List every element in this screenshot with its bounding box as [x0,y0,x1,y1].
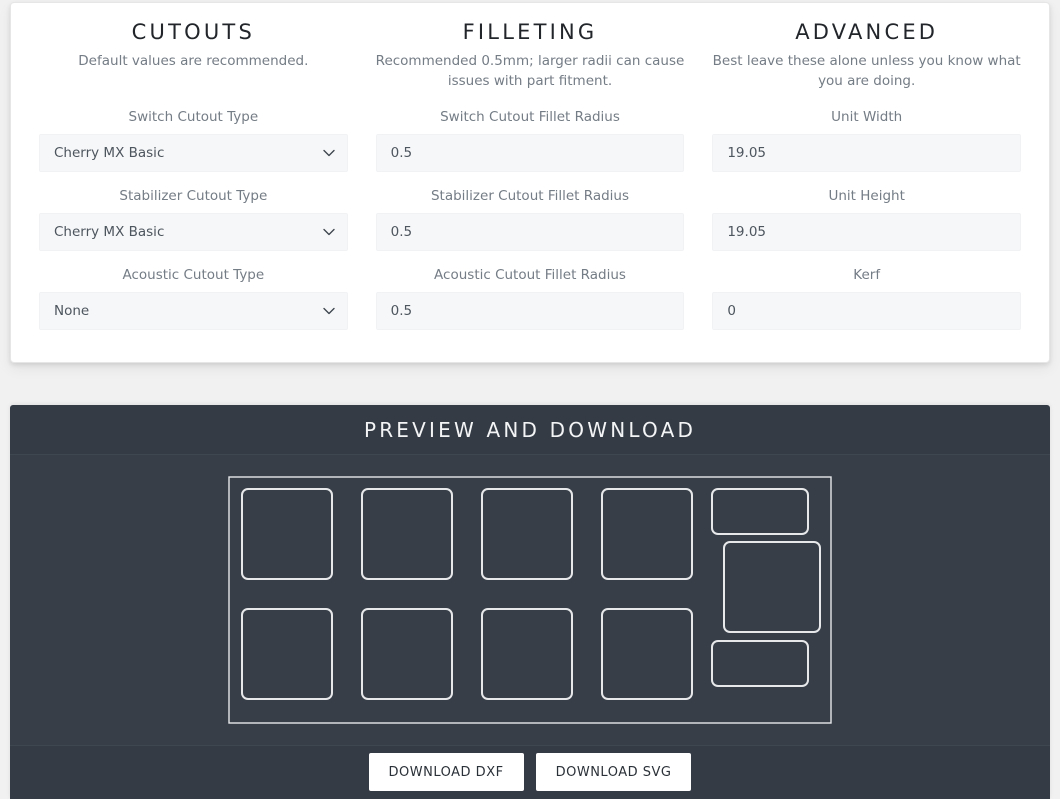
field-label: Unit Height [828,188,905,205]
preview-panel-title: PREVIEW AND DOWNLOAD [363,417,697,442]
download-button-bar: DOWNLOAD DXF DOWNLOAD SVG [10,745,1050,798]
field-label: Switch Cutout Fillet Radius [440,109,620,126]
field-label: Acoustic Cutout Fillet Radius [434,267,626,284]
column-subtitle: Recommended 0.5mm; larger radii can caus… [375,53,685,90]
plate-cutout [241,488,333,580]
plate-cutout [481,608,573,700]
field-switch-cutout-type: Switch Cutout Type Cherry MX Basic [39,109,348,173]
preview-and-download-panel: PREVIEW AND DOWNLOAD DOWNLOAD DXF DOWNLO… [10,405,1050,799]
field-label: Switch Cutout Type [128,109,259,126]
unit-width-value: 19.05 [727,145,766,162]
plate-cutout [361,608,453,700]
acoustic-cutout-fillet-radius-value: 0.5 [390,303,413,320]
plate-preview-canvas [10,455,1050,745]
unit-width-input[interactable]: 19.05 [712,134,1022,173]
field-switch-cutout-fillet-radius: Switch Cutout Fillet Radius 0.5 [375,109,685,173]
switch-cutout-type-select[interactable]: Cherry MX Basic [39,134,348,173]
kerf-input[interactable]: 0 [712,292,1022,331]
field-label: Stabilizer Cutout Type [119,188,268,205]
field-acoustic-cutout-fillet-radius: Acoustic Cutout Fillet Radius 0.5 [375,267,685,331]
plate-cutout [711,488,809,535]
field-unit-height: Unit Height 19.05 [712,188,1022,252]
column-subtitle: Default values are recommended. [78,53,309,70]
column-title: ADVANCED [795,20,939,44]
field-label: Kerf [853,267,881,284]
settings-column-advanced: ADVANCED Best leave these alone unless y… [698,21,1035,362]
field-label: Unit Width [831,109,903,126]
switch-cutout-fillet-radius-value: 0.5 [390,145,413,162]
acoustic-cutout-type-select[interactable]: None [39,292,348,331]
field-unit-width: Unit Width 19.05 [712,109,1022,173]
plate-cutout [601,608,693,700]
field-kerf: Kerf 0 [712,267,1022,331]
stabilizer-cutout-type-select[interactable]: Cherry MX Basic [39,213,348,252]
field-acoustic-cutout-type: Acoustic Cutout Type None [39,267,348,331]
settings-column-cutouts: CUTOUTS Default values are recommended. … [25,21,362,362]
stabilizer-cutout-type-value: Cherry MX Basic [54,224,165,241]
plate-cutout [711,640,809,687]
stabilizer-cutout-fillet-radius-input[interactable]: 0.5 [375,213,685,252]
field-stabilizer-cutout-type: Stabilizer Cutout Type Cherry MX Basic [39,188,348,252]
chevron-down-icon [322,149,335,157]
field-label: Stabilizer Cutout Fillet Radius [430,188,630,205]
plate-preview-drawing [228,476,832,724]
unit-height-value: 19.05 [727,224,766,241]
acoustic-cutout-type-value: None [54,303,90,320]
plate-cutout [723,541,821,633]
preview-panel-header: PREVIEW AND DOWNLOAD [10,405,1050,455]
column-subtitle: Best leave these alone unless you know w… [712,53,1021,90]
app-root: CUTOUTS Default values are recommended. … [0,0,1060,799]
field-stabilizer-cutout-fillet-radius: Stabilizer Cutout Fillet Radius 0.5 [375,188,685,252]
download-svg-button[interactable]: DOWNLOAD SVG [535,753,692,791]
switch-cutout-type-value: Cherry MX Basic [54,145,165,162]
plate-cutout [361,488,453,580]
settings-card: CUTOUTS Default values are recommended. … [10,2,1050,363]
settings-column-filleting: FILLETING Recommended 0.5mm; larger radi… [362,21,699,362]
plate-cutout [241,608,333,700]
chevron-down-icon [322,228,335,236]
plate-cutout [601,488,693,580]
kerf-value: 0 [727,303,736,320]
download-dxf-button[interactable]: DOWNLOAD DXF [368,753,524,791]
column-title: CUTOUTS [131,20,255,44]
stabilizer-cutout-fillet-radius-value: 0.5 [390,224,413,241]
unit-height-input[interactable]: 19.05 [712,213,1022,252]
plate-cutout [481,488,573,580]
switch-cutout-fillet-radius-input[interactable]: 0.5 [375,134,685,173]
field-label: Acoustic Cutout Type [122,267,265,284]
column-title: FILLETING [462,20,598,44]
chevron-down-icon [322,307,335,315]
acoustic-cutout-fillet-radius-input[interactable]: 0.5 [375,292,685,331]
